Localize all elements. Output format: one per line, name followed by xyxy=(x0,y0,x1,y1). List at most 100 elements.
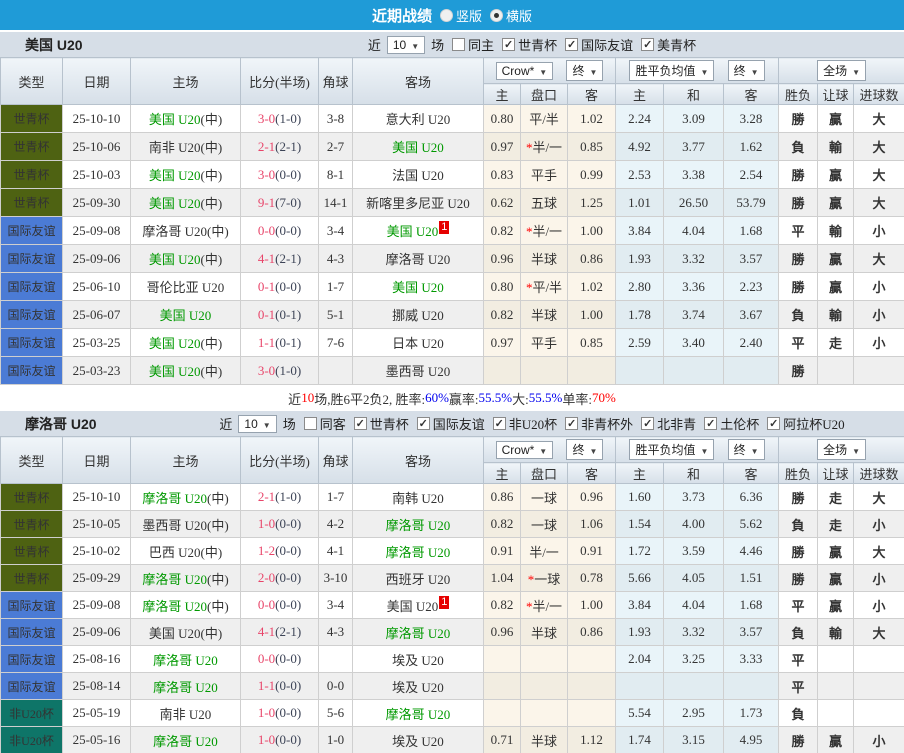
filter-checkbox[interactable] xyxy=(303,417,317,430)
layout-radio-horizontal[interactable]: 横版 xyxy=(490,6,532,25)
subcol-odds-away: 客 xyxy=(567,83,616,105)
goals-result-cell: 大 xyxy=(853,104,904,133)
avg-away-cell: 2.40 xyxy=(722,328,780,357)
score-cell: 4-1(2-1) xyxy=(240,618,319,646)
home-team-name: 南非 U20 xyxy=(159,706,212,722)
avg-home-cell: 5.54 xyxy=(615,699,664,727)
handicap-cell: *半/一 xyxy=(520,591,568,619)
filter-checkbox[interactable]: ✓ xyxy=(492,417,506,430)
summary-line: 近 10 场,胜6平2负2, 胜率: 60% 赢率: 55.5% 大: 55.5% 单率:… xyxy=(0,385,904,411)
subcol-goals: 进球数 xyxy=(853,83,904,105)
final-odds-select[interactable]: 终 ▼ xyxy=(566,439,604,460)
final-avg-select[interactable]: 终 ▼ xyxy=(727,439,765,460)
halftime-score: (0-0) xyxy=(275,705,302,720)
score-cell: 1-1(0-1) xyxy=(240,328,319,357)
home-team-name: 美国 U20 xyxy=(148,364,201,379)
away-team-cell: 意大利 U20 xyxy=(352,104,484,133)
score-cell: 1-1(0-0) xyxy=(240,672,319,700)
avg-odds-select[interactable]: 胜平负均值 ▼ xyxy=(629,439,715,460)
handicap-cell: 半球 xyxy=(520,244,568,273)
neutral-ground-tag: (中) xyxy=(200,364,223,379)
final-odds-select[interactable]: 终 ▼ xyxy=(566,60,604,81)
filter-checkbox[interactable]: ✓ xyxy=(767,417,781,430)
neutral-ground-tag: (中) xyxy=(200,140,223,155)
handicap-cell: 五球 xyxy=(520,188,568,217)
match-row: 世青杯 25-10-05 墨西哥 U20(中) 1-0(0-0) 4-2 摩洛哥 U20 0… xyxy=(0,510,904,538)
caret-down-icon: ▼ xyxy=(700,68,709,77)
avg-draw-cell: 3.09 xyxy=(663,104,724,133)
neutral-ground-tag: (中) xyxy=(206,598,229,614)
filter-checkbox[interactable]: ✓ xyxy=(641,38,655,51)
layout-radio-vertical[interactable]: 竖版 xyxy=(439,6,482,25)
recent-count-select[interactable]: 10 ▼ xyxy=(386,35,426,54)
caret-down-icon: ▼ xyxy=(750,447,759,456)
goals-result-cell xyxy=(853,699,904,727)
avg-away-cell: 4.95 xyxy=(722,726,780,753)
filter-checkbox[interactable]: ✓ xyxy=(416,417,430,430)
avg-odds-select[interactable]: 胜平负均值 ▼ xyxy=(629,60,715,81)
caret-down-icon: ▼ xyxy=(589,68,598,77)
match-scope-select[interactable]: 全场 ▼ xyxy=(817,60,866,81)
wdl-result-cell: 勝 xyxy=(778,483,819,511)
subcol-avg-draw: 和 xyxy=(663,462,724,484)
date-cell: 25-10-02 xyxy=(62,537,131,565)
corner-cell: 4-2 xyxy=(318,510,353,538)
filter-checkbox[interactable]: ✓ xyxy=(704,417,718,430)
match-scope-select[interactable]: 全场 ▼ xyxy=(817,439,866,460)
away-odds-cell: 1.06 xyxy=(567,510,616,538)
corner-cell: 3-4 xyxy=(318,591,353,619)
away-odds-cell xyxy=(567,699,616,727)
score-cell: 0-1(0-1) xyxy=(240,300,319,329)
filter-label: 土伦杯 xyxy=(720,417,760,432)
away-odds-cell: 1.02 xyxy=(567,272,616,301)
score-cell: 1-0(0-0) xyxy=(240,699,319,727)
bookmaker-select[interactable]: Crow* ▼ xyxy=(495,62,554,80)
neutral-ground-tag: (中) xyxy=(206,224,229,239)
home-team-name: 巴西 U20 xyxy=(148,544,201,560)
wdl-result-cell: 勝 xyxy=(778,188,819,217)
filter-checkbox[interactable]: ✓ xyxy=(641,417,655,430)
match-row: 非U20杯 25-05-16 摩洛哥 U20 1-0(0-0) 1-0 埃及 U20 0.7… xyxy=(0,726,904,753)
bookmaker-select[interactable]: Crow* ▼ xyxy=(495,441,554,459)
date-cell: 25-09-06 xyxy=(62,618,131,646)
filter-label: 国际友谊 xyxy=(432,417,485,432)
handicap-result-cell: 走 xyxy=(817,483,855,511)
filter-checkbox[interactable]: ✓ xyxy=(565,38,579,51)
recent-label: 近 xyxy=(219,417,233,432)
handicap-text: 五球 xyxy=(530,196,557,211)
match-row: 国际友谊 25-03-23 美国 U20(中) 3-0(1-0) 墨西哥 U20 勝 xyxy=(0,356,904,385)
filter-checkbox[interactable]: ✓ xyxy=(565,417,579,430)
home-team-cell: 美国 U20(中) xyxy=(130,244,241,273)
home-team-cell: 摩洛哥 U20(中) xyxy=(130,564,241,592)
home-odds-cell: 1.04 xyxy=(483,564,521,592)
subcol-goals: 进球数 xyxy=(853,462,904,484)
caret-down-icon: ▼ xyxy=(411,41,420,51)
match-row: 国际友谊 25-09-06 美国 U20(中) 4-1(2-1) 4-3 摩洛哥 U20 0… xyxy=(0,618,904,646)
away-odds-cell: 0.85 xyxy=(567,328,616,357)
away-odds-cell: 0.86 xyxy=(567,618,616,646)
avg-away-cell: 1.68 xyxy=(722,591,780,619)
home-team-name: 哥伦比亚 U20 xyxy=(146,280,225,295)
home-team-cell: 哥伦比亚 U20 xyxy=(130,272,241,301)
filter-label: 同客 xyxy=(319,417,346,432)
wdl-result-cell: 勝 xyxy=(778,537,819,565)
away-team-cell: 美国 U20 1 xyxy=(352,216,484,245)
recent-count-select[interactable]: 10 ▼ xyxy=(238,414,277,433)
summary-part: 大: xyxy=(512,391,529,407)
neutral-ground-tag: (中) xyxy=(200,196,223,211)
away-team-name: 摩洛哥 U20 xyxy=(385,252,451,267)
avg-away-cell: 1.68 xyxy=(722,216,780,245)
goals-result-cell: 小 xyxy=(853,216,904,245)
col-date: 日期 xyxy=(62,436,131,484)
match-row: 世青杯 25-10-10 摩洛哥 U20(中) 2-1(1-0) 1-7 南韩 U20 0.… xyxy=(0,483,904,511)
goals-result-cell: 大 xyxy=(853,537,904,565)
score-cell: 0-0(0-0) xyxy=(240,216,319,245)
match-row: 国际友谊 25-08-16 摩洛哥 U20 0-0(0-0) 埃及 U20 2.04 3.2… xyxy=(0,645,904,673)
corner-cell: 0-0 xyxy=(318,672,353,700)
final-avg-select[interactable]: 终 ▼ xyxy=(727,60,765,81)
filter-checkbox[interactable]: ✓ xyxy=(353,417,367,430)
filter-checkbox[interactable] xyxy=(452,38,466,51)
halftime-score: (0-0) xyxy=(275,732,302,747)
filter-checkbox[interactable]: ✓ xyxy=(502,38,516,51)
match-row: 国际友谊 25-09-06 美国 U20(中) 4-1(2-1) 4-3 摩洛哥 U20 0… xyxy=(0,244,904,273)
